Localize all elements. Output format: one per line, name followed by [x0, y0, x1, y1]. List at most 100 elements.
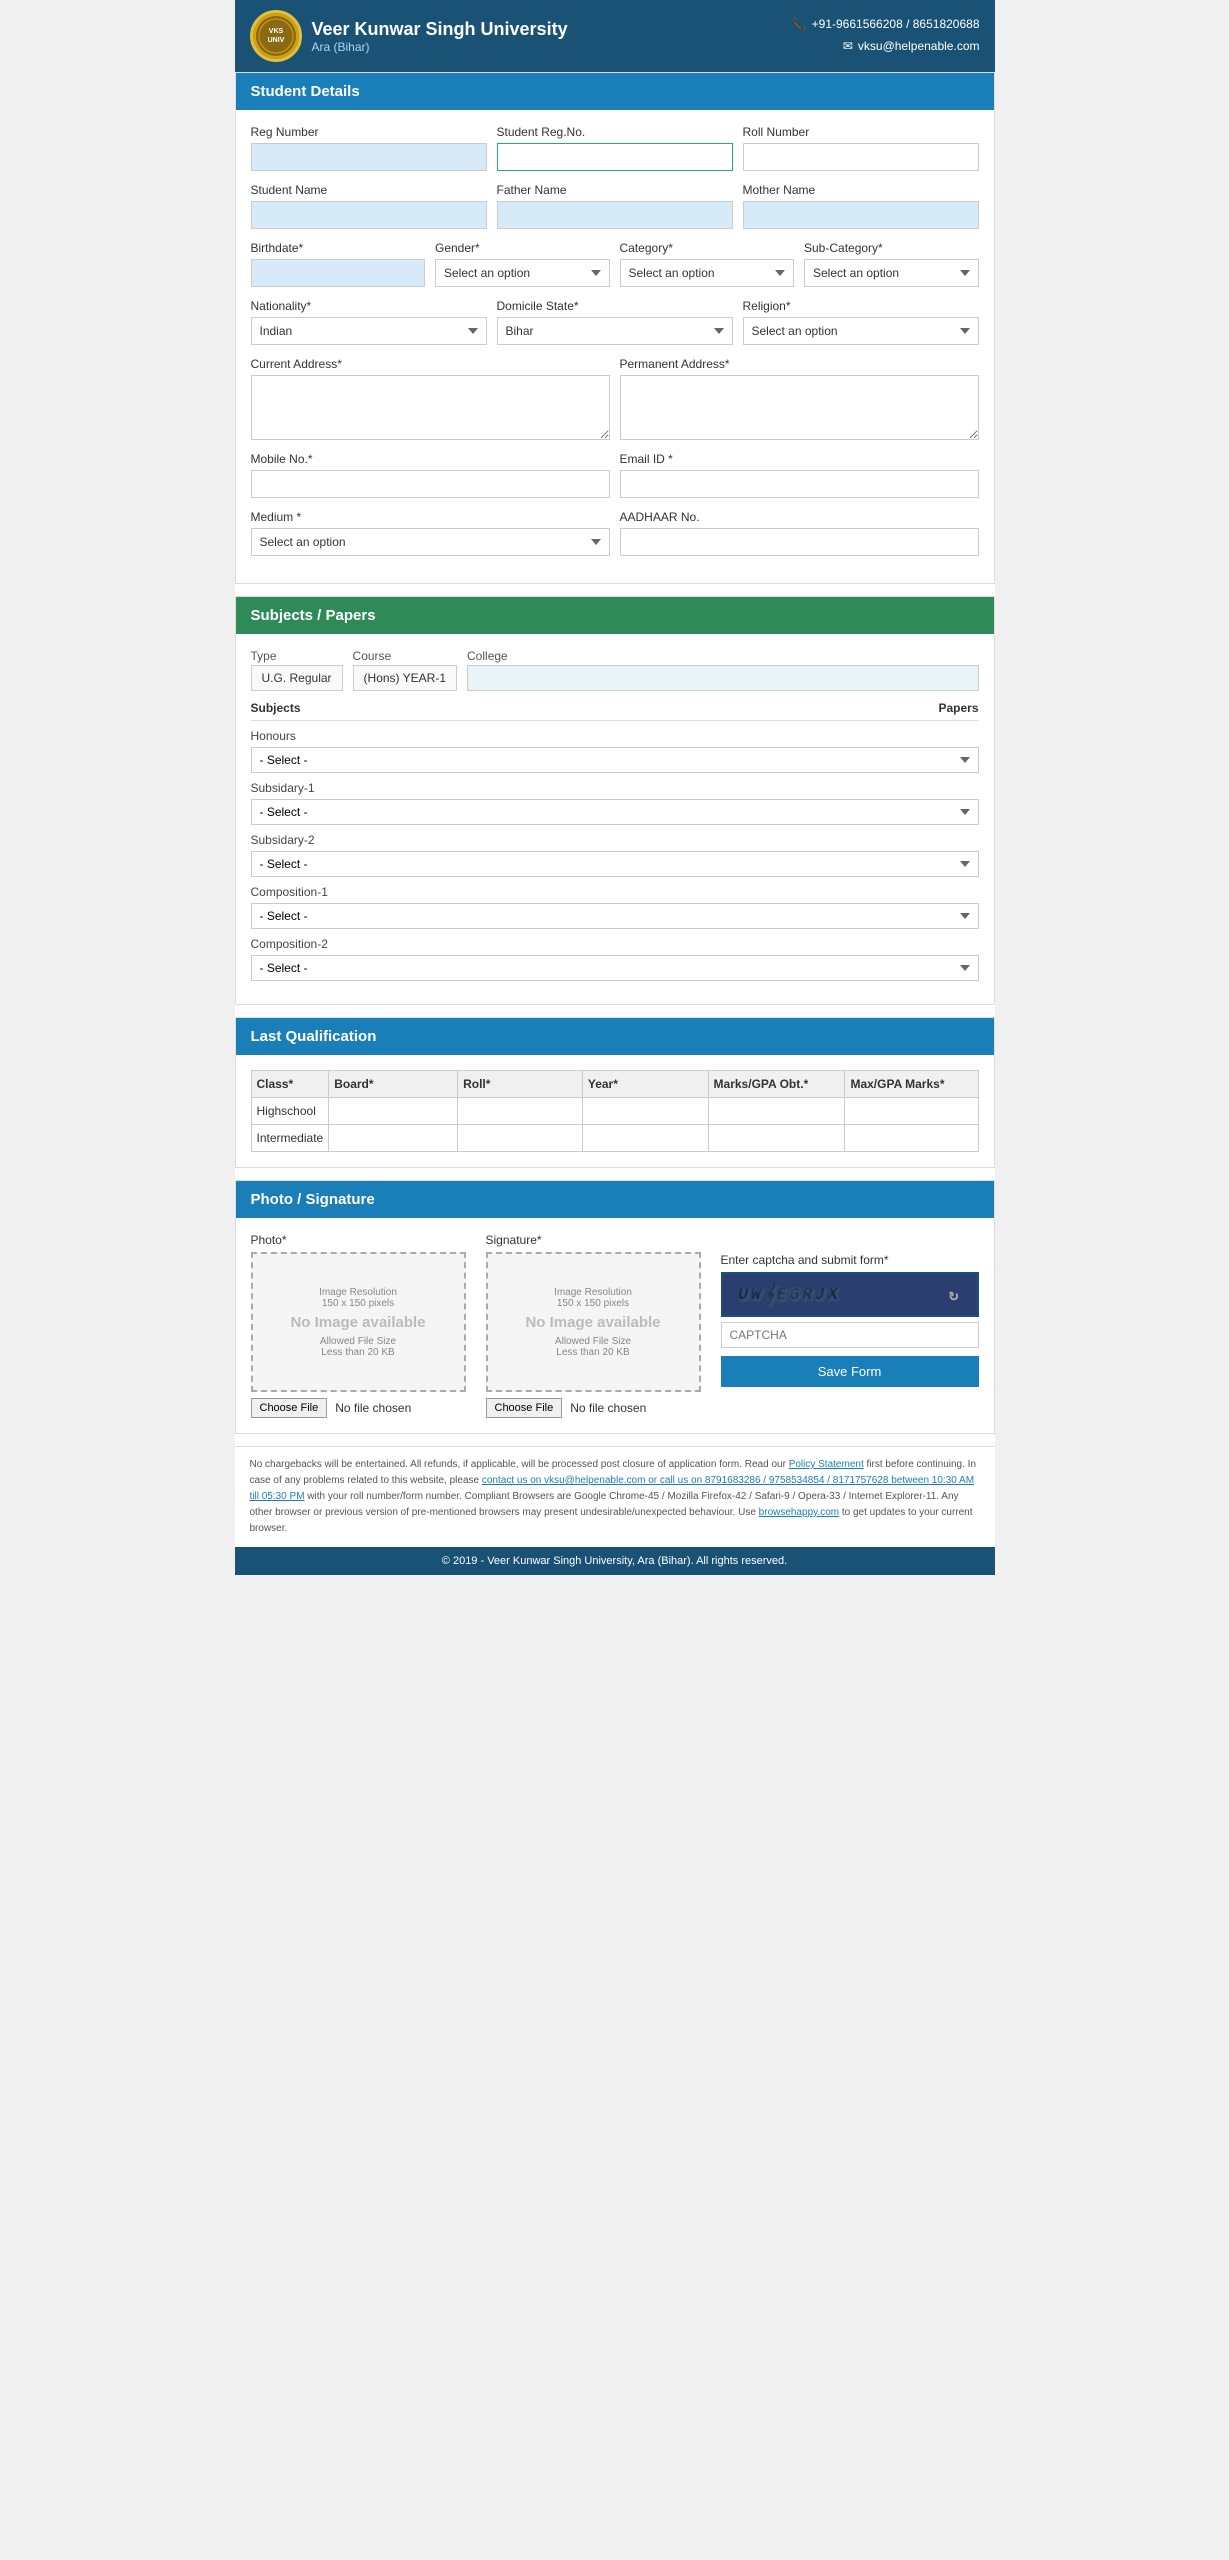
- mobile-input[interactable]: [251, 470, 610, 498]
- captcha-text: UW𝄞EGRJX: [738, 1284, 840, 1305]
- footer-copyright: © 2019 - Veer Kunwar Singh University, A…: [235, 1547, 995, 1575]
- student-reg-input[interactable]: [497, 143, 733, 171]
- svg-text:UNIV: UNIV: [267, 37, 284, 44]
- university-logo: VKS UNIV: [250, 10, 302, 62]
- intermediate-marks[interactable]: [714, 1129, 840, 1147]
- contact-link[interactable]: contact us on vksu@helpenable.com or cal…: [250, 1475, 975, 1502]
- honours-select[interactable]: - Select -: [251, 747, 979, 773]
- captcha-image: UW𝄞EGRJX ↻: [721, 1272, 979, 1317]
- highschool-board[interactable]: [334, 1102, 452, 1120]
- category-select[interactable]: Select an option: [620, 259, 795, 287]
- photo-sig-area: Photo* Image Resolution 150 x 150 pixels…: [236, 1218, 994, 1433]
- sig-choose-file-btn[interactable]: Choose File: [486, 1398, 563, 1418]
- email-input[interactable]: [620, 470, 979, 498]
- religion-group: Religion* Select an option: [743, 299, 979, 345]
- subsidary1-select[interactable]: - Select -: [251, 799, 979, 825]
- mother-name-group: Mother Name: [743, 183, 979, 229]
- policy-link[interactable]: Policy Statement: [789, 1459, 864, 1470]
- captcha-input[interactable]: [721, 1322, 979, 1348]
- subcategory-label: Sub-Category*: [804, 241, 979, 255]
- course-label: Course: [353, 649, 457, 663]
- birthdate-input[interactable]: [251, 259, 426, 287]
- qualification-body: Class* Board* Roll* Year* Marks/GPA Obt.…: [236, 1055, 994, 1167]
- highschool-marks[interactable]: [714, 1102, 840, 1120]
- photo-signature-title: Photo / Signature: [251, 1191, 375, 1208]
- gender-select[interactable]: Select an option: [435, 259, 610, 287]
- student-name-input[interactable]: [251, 201, 487, 229]
- student-reg-group: Student Reg.No.: [497, 125, 733, 171]
- nationality-label: Nationality*: [251, 299, 487, 313]
- email-icon: ✉: [843, 36, 853, 58]
- header: VKS UNIV Veer Kunwar Singh University Ar…: [235, 0, 995, 72]
- email-label: Email ID *: [620, 452, 979, 466]
- intermediate-board[interactable]: [334, 1129, 452, 1147]
- papers-col-header: Papers: [938, 701, 978, 715]
- intermediate-year[interactable]: [588, 1129, 703, 1147]
- nationality-select[interactable]: Indian: [251, 317, 487, 345]
- type-group: Type U.G. Regular: [251, 649, 343, 691]
- intermediate-roll[interactable]: [463, 1129, 577, 1147]
- course-value: (Hons) YEAR-1: [353, 665, 457, 691]
- composition2-select[interactable]: - Select -: [251, 955, 979, 981]
- subcategory-select[interactable]: Select an option: [804, 259, 979, 287]
- medium-select[interactable]: Select an option: [251, 528, 610, 556]
- father-name-group: Father Name: [497, 183, 733, 229]
- student-name-label: Student Name: [251, 183, 487, 197]
- subjects-title: Subjects / Papers: [251, 607, 376, 624]
- reg-number-input[interactable]: [251, 143, 487, 171]
- roll-number-input[interactable]: [743, 143, 979, 171]
- permanent-address-input[interactable]: [620, 375, 979, 440]
- religion-select[interactable]: Select an option: [743, 317, 979, 345]
- highschool-year[interactable]: [588, 1102, 703, 1120]
- current-address-input[interactable]: [251, 375, 610, 440]
- roll-number-label: Roll Number: [743, 125, 979, 139]
- subjects-col-header: Subjects: [251, 701, 301, 715]
- photo-no-image: No Image available: [290, 1314, 425, 1331]
- roll-number-group: Roll Number: [743, 125, 979, 171]
- photo-signature-header: Photo / Signature: [236, 1181, 994, 1218]
- gender-group: Gender* Select an option: [435, 241, 610, 287]
- header-left: VKS UNIV Veer Kunwar Singh University Ar…: [250, 10, 568, 62]
- composition1-row: Composition-1 - Select -: [251, 885, 979, 929]
- subjects-header: Subjects / Papers: [236, 597, 994, 634]
- photo-placeholder: Image Resolution 150 x 150 pixels No Ima…: [251, 1252, 466, 1392]
- aadhaar-group: AADHAAR No.: [620, 510, 979, 556]
- photo-no-file-text: No file chosen: [335, 1401, 411, 1415]
- header-title: Veer Kunwar Singh University Ara (Bihar): [312, 19, 568, 54]
- birthdate-label: Birthdate*: [251, 241, 426, 255]
- college-group: College: [467, 649, 978, 691]
- permanent-address-group: Permanent Address*: [620, 357, 979, 440]
- domicile-select[interactable]: Bihar: [497, 317, 733, 345]
- qualification-table: Class* Board* Roll* Year* Marks/GPA Obt.…: [251, 1070, 979, 1152]
- signature-box: Signature* Image Resolution 150 x 150 pi…: [486, 1233, 701, 1418]
- aadhaar-input[interactable]: [620, 528, 979, 556]
- browsehappy-link[interactable]: browsehappy.com: [759, 1507, 839, 1518]
- sig-resolution-label: Image Resolution: [554, 1287, 632, 1298]
- current-address-group: Current Address*: [251, 357, 610, 440]
- photo-choose-file-btn[interactable]: Choose File: [251, 1398, 328, 1418]
- father-name-input[interactable]: [497, 201, 733, 229]
- student-reg-label: Student Reg.No.: [497, 125, 733, 139]
- subsidary2-select[interactable]: - Select -: [251, 851, 979, 877]
- religion-label: Religion*: [743, 299, 979, 313]
- row-nationality: Nationality* Indian Domicile State* Biha…: [251, 299, 979, 345]
- current-address-label: Current Address*: [251, 357, 610, 371]
- photo-resolution-value: 150 x 150 pixels: [322, 1298, 394, 1309]
- mobile-label: Mobile No.*: [251, 452, 610, 466]
- highschool-roll[interactable]: [463, 1102, 577, 1120]
- honours-select-wrapper: - Select -: [251, 747, 979, 773]
- captcha-refresh-icon[interactable]: ↻: [949, 1285, 962, 1305]
- mother-name-label: Mother Name: [743, 183, 979, 197]
- captcha-label: Enter captcha and submit form*: [721, 1253, 979, 1267]
- domicile-label: Domicile State*: [497, 299, 733, 313]
- photo-file-size-label: Allowed File Size: [320, 1336, 396, 1347]
- highschool-max-marks[interactable]: [850, 1102, 972, 1120]
- photo-file-size-value: Less than 20 KB: [321, 1347, 394, 1358]
- composition1-select[interactable]: - Select -: [251, 903, 979, 929]
- subjects-body: Type U.G. Regular Course (Hons) YEAR-1 C…: [236, 634, 994, 1004]
- save-form-button[interactable]: Save Form: [721, 1356, 979, 1387]
- header-email: vksu@helpenable.com: [858, 36, 980, 58]
- mother-name-input[interactable]: [743, 201, 979, 229]
- reg-number-label: Reg Number: [251, 125, 487, 139]
- intermediate-max-marks[interactable]: [850, 1129, 972, 1147]
